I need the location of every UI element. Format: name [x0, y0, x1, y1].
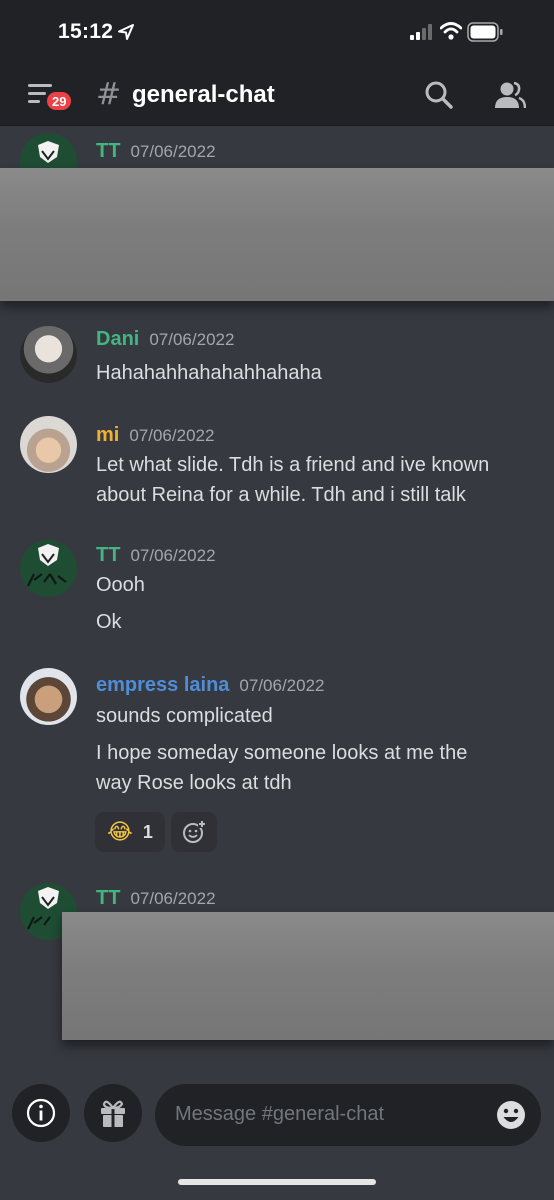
members-icon[interactable]	[494, 80, 526, 110]
wifi-icon	[440, 22, 462, 40]
cellular-signal-icon	[410, 24, 432, 40]
author-label: TT	[96, 140, 121, 162]
photo-avatar[interactable]	[20, 668, 77, 725]
author-label: mi	[96, 424, 120, 446]
gift-icon	[101, 1100, 125, 1127]
reaction-pill[interactable]: 😂 1	[95, 812, 165, 852]
message-text: Let what slide. Tdh is a friend and ive …	[96, 454, 490, 476]
message-text: Oooh	[96, 574, 145, 596]
timestamp: 07/06/2022	[130, 889, 216, 908]
emoji-icon[interactable]	[495, 1099, 527, 1131]
message-input-bar: Message #general-chat	[0, 1073, 554, 1200]
author-name[interactable]: TT 07/06/2022	[96, 140, 216, 163]
message-text: I hope someday someone looks at me the	[96, 742, 468, 764]
add-reaction-icon	[183, 820, 206, 843]
message-text: way Rose looks at tdh	[96, 772, 292, 794]
author-name[interactable]: TT 07/06/2022	[96, 544, 216, 567]
reaction-count: 1	[142, 821, 153, 842]
author-label: TT	[96, 544, 121, 566]
author-name[interactable]: mi 07/06/2022	[96, 424, 214, 447]
tt-logo-avatar[interactable]	[20, 540, 77, 597]
message-text: Hahahahhahahahhahaha	[96, 362, 322, 384]
author-name[interactable]: TT 07/06/2022	[96, 887, 216, 910]
photo-avatar[interactable]	[20, 416, 77, 473]
info-button[interactable]	[12, 1084, 70, 1142]
reaction-emoji: 😂	[107, 819, 133, 845]
message-feed[interactable]: TT 07/06/2022 Dani 07/06/2022 Hahahahhahah…	[0, 127, 554, 1073]
channel-name[interactable]: general-chat	[132, 81, 275, 109]
message-text: Ok	[96, 611, 122, 633]
timestamp: 07/06/2022	[130, 546, 216, 565]
status-time: 15:12	[58, 20, 114, 43]
battery-icon	[467, 22, 503, 42]
status-bar: 15:12	[0, 0, 554, 66]
timestamp: 07/06/2022	[130, 142, 216, 161]
timestamp: 07/06/2022	[129, 426, 215, 445]
message-text: sounds complicated	[96, 705, 273, 727]
photo-avatar[interactable]	[20, 326, 77, 383]
gift-button[interactable]	[84, 1084, 142, 1142]
add-reaction-button[interactable]	[171, 812, 217, 852]
channel-hash-icon: #	[96, 77, 122, 112]
author-label: empress laina	[96, 674, 230, 696]
home-indicator[interactable]	[178, 1179, 376, 1185]
message-input[interactable]: Message #general-chat	[155, 1084, 541, 1146]
message-placeholder: Message #general-chat	[175, 1103, 385, 1125]
author-name[interactable]: Dani 07/06/2022	[96, 328, 234, 351]
message-text: about Reina for a while. Tdh and i still…	[96, 484, 466, 506]
author-label: Dani	[96, 328, 140, 350]
timestamp: 07/06/2022	[149, 330, 235, 349]
unread-badge: 29	[44, 89, 75, 113]
info-icon	[26, 1098, 56, 1128]
channel-header: 29 # general-chat	[0, 66, 554, 126]
author-label: TT	[96, 887, 121, 909]
author-name[interactable]: empress laina 07/06/2022	[96, 674, 325, 697]
timestamp: 07/06/2022	[239, 676, 325, 695]
location-arrow-icon	[118, 24, 134, 40]
redacted-block	[0, 168, 554, 301]
redacted-block	[62, 912, 554, 1040]
search-icon[interactable]	[424, 80, 454, 110]
